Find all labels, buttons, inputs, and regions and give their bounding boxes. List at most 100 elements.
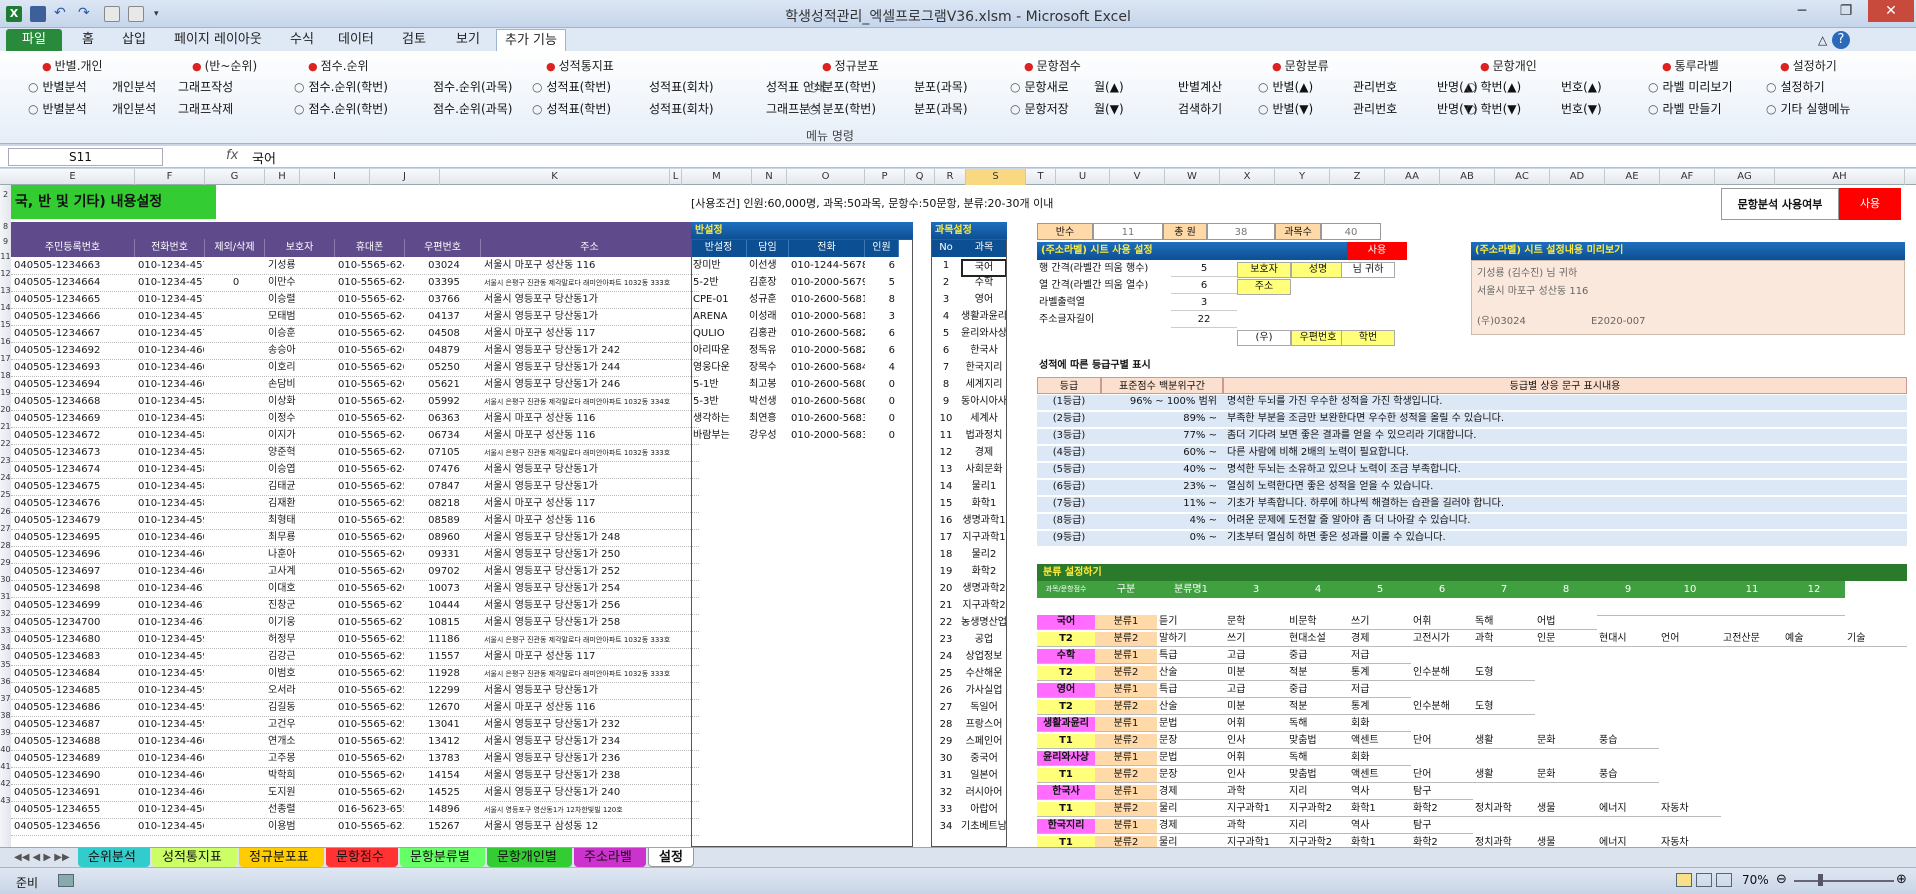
column-header-U[interactable]: U — [1056, 169, 1110, 185]
classification-row-2-cell-2[interactable]: 특급 — [1157, 649, 1225, 664]
sheet-tab-2[interactable]: 정규분포표 — [239, 848, 324, 867]
ribbon-group-2-btn-bottom-1[interactable]: 점수.순위(과목) — [433, 100, 512, 117]
minimize-button[interactable]: ─ — [1780, 0, 1824, 22]
ribbon-group-5-btn-top-0[interactable]: 문항새로 — [1010, 78, 1068, 95]
student-row-3-cell-0[interactable]: 040505-1234666 — [14, 310, 134, 324]
ribbon-group-6-btn-bottom-1[interactable]: 관리번호 — [1353, 100, 1397, 117]
column-header-AB[interactable]: AB — [1440, 169, 1495, 185]
classification-row-9-cell-5[interactable]: 액센트 — [1349, 768, 1411, 783]
classification-row-10-cell-5[interactable]: 역사 — [1349, 785, 1411, 800]
classification-row-13-cell-8[interactable]: 생물 — [1535, 836, 1597, 847]
classification-row-7-cell-8[interactable]: 문화 — [1535, 734, 1597, 749]
classification-row-3-cell-7[interactable]: 도형 — [1473, 666, 1535, 681]
tab-insert[interactable]: 삽입 — [114, 29, 154, 51]
ribbon-group-8-btn-top-0[interactable]: 라벨 미리보기 — [1648, 78, 1732, 95]
student-row-22-cell-0[interactable]: 040505-1234680 — [14, 633, 134, 647]
column-header-I[interactable]: I — [300, 169, 370, 185]
row-header-28[interactable]: 28 — [0, 541, 11, 550]
student-row-31-cell-0[interactable]: 040505-1234691 — [14, 786, 134, 800]
row-header-11[interactable]: 11 — [0, 252, 11, 261]
student-row-32-cell-0[interactable]: 040505-1234655 — [14, 803, 134, 817]
student-row-12-cell-0[interactable]: 040505-1234674 — [14, 463, 134, 477]
classification-row-3-cell-6[interactable]: 인수분해 — [1411, 666, 1473, 681]
analysis-use-value[interactable]: 사용 — [1839, 188, 1901, 220]
classification-row-0-cell-12[interactable] — [1783, 615, 1845, 616]
column-header-K[interactable]: K — [440, 169, 670, 185]
classification-row-9-cell-2[interactable]: 문장 — [1157, 768, 1225, 783]
tab-page-layout[interactable]: 페이지 레이아웃 — [166, 29, 270, 51]
name-box[interactable]: S11 — [8, 148, 163, 166]
classification-row-9-cell-7[interactable]: 생활 — [1473, 768, 1535, 783]
student-row-20-cell-0[interactable]: 040505-1234699 — [14, 599, 134, 613]
page-break-view-icon[interactable] — [1716, 873, 1732, 887]
row-header-40[interactable]: 40 — [0, 745, 11, 754]
classification-row-13-cell-3[interactable]: 지구과학1 — [1225, 836, 1287, 847]
student-row-14-cell-0[interactable]: 040505-1234676 — [14, 497, 134, 511]
tab-view[interactable]: 보기 — [448, 29, 488, 51]
ribbon-group-0-btn-bottom-0[interactable]: 반별분석 — [28, 100, 86, 117]
row-header-15[interactable]: 15 — [0, 320, 11, 329]
classification-row-10-cell-4[interactable]: 지리 — [1287, 785, 1349, 800]
classification-row-6-cell-4[interactable]: 독해 — [1287, 717, 1349, 732]
classification-row-10-cell-3[interactable]: 과학 — [1225, 785, 1287, 800]
column-header-W[interactable]: W — [1165, 169, 1220, 185]
row-header-19[interactable]: 19 — [0, 388, 11, 397]
classification-row-0-cell-6[interactable]: 어휘 — [1411, 615, 1473, 630]
zoom-out-icon[interactable]: ⊖ — [1776, 872, 1787, 887]
classification-row-8-cell-4[interactable]: 독해 — [1287, 751, 1349, 766]
classification-row-3-cell-4[interactable]: 적분 — [1287, 666, 1349, 681]
ribbon-group-3-btn-bottom-0[interactable]: 성적표(학번) — [532, 100, 611, 117]
ribbon-group-7-btn-bottom-1[interactable]: 번호(▼) — [1561, 100, 1602, 117]
ribbon-group-9-btn-bottom-0[interactable]: 기타 실행메뉴 — [1766, 100, 1850, 117]
student-row-16-cell-0[interactable]: 040505-1234695 — [14, 531, 134, 545]
label-tag-1[interactable]: 성명 — [1291, 262, 1345, 278]
ribbon-group-5-btn-bottom-1[interactable]: 월(▼) — [1094, 100, 1124, 117]
label-tag-4[interactable]: (우) — [1237, 330, 1291, 346]
row-header-30[interactable]: 30 — [0, 575, 11, 584]
label-tag-0[interactable]: 보호자 — [1237, 262, 1291, 278]
ribbon-group-1-head[interactable]: (반~순위) — [192, 57, 258, 74]
classification-row-4-cell-5[interactable]: 저급 — [1349, 683, 1411, 698]
ribbon-group-4-btn-bottom-0[interactable]: 분포(학번) — [808, 100, 876, 117]
row-header-12[interactable]: 12 — [0, 269, 11, 278]
row-header-41[interactable]: 41 — [0, 762, 11, 771]
column-header-N[interactable]: N — [752, 169, 787, 185]
classification-row-9-cell-4[interactable]: 맞춤법 — [1287, 768, 1349, 783]
column-header-AA[interactable]: AA — [1385, 169, 1440, 185]
classification-row-4-cell-3[interactable]: 고급 — [1225, 683, 1287, 698]
row-header-24[interactable]: 24 — [0, 473, 11, 482]
classification-row-2-cell-4[interactable]: 중급 — [1287, 649, 1349, 664]
row-header-38[interactable]: 38 — [0, 711, 11, 720]
classification-row-13-cell-10[interactable]: 자동차 — [1659, 836, 1721, 847]
classification-row-13-cell-4[interactable]: 지구과학2 — [1287, 836, 1349, 847]
classification-row-3-cell-5[interactable]: 통계 — [1349, 666, 1411, 681]
classification-row-12-cell-6[interactable]: 탐구 — [1411, 819, 1473, 834]
student-row-28-cell-0[interactable]: 040505-1234688 — [14, 735, 134, 749]
classification-row-8-cell-3[interactable]: 어휘 — [1225, 751, 1287, 766]
help-icon[interactable]: ? — [1832, 31, 1850, 49]
student-row-13-cell-0[interactable]: 040505-1234675 — [14, 480, 134, 494]
label-tag-3[interactable]: 주소 — [1237, 279, 1291, 295]
ribbon-group-5-btn-bottom-0[interactable]: 문항저장 — [1010, 100, 1068, 117]
worksheet-grid[interactable]: 국, 반 및 기타) 내용설정 [사용조건] 인원:60,000명, 과목:50과… — [11, 185, 1916, 847]
classification-row-0-cell-2[interactable]: 듣기 — [1157, 615, 1225, 630]
column-header-E[interactable]: E — [11, 169, 135, 185]
row-header-13[interactable]: 13 — [0, 286, 11, 295]
classification-row-1-cell-5[interactable]: 경제 — [1349, 632, 1411, 647]
ribbon-group-0-btn-top-0[interactable]: 반별분석 — [28, 78, 86, 95]
label-setting-3-value[interactable]: 22 — [1171, 313, 1237, 328]
row-header-8[interactable]: 8 — [0, 222, 11, 231]
row-header-21[interactable]: 21 — [0, 422, 11, 431]
classification-row-1-cell-3[interactable]: 쓰기 — [1225, 632, 1287, 647]
classification-row-11-cell-2[interactable]: 물리 — [1157, 802, 1225, 817]
row-header-26[interactable]: 26 — [0, 507, 11, 516]
ribbon-group-5-head[interactable]: 문항점수 — [1024, 57, 1081, 74]
maximize-button[interactable]: ❐ — [1824, 0, 1868, 22]
column-header-H[interactable]: H — [265, 169, 300, 185]
student-row-10-cell-0[interactable]: 040505-1234672 — [14, 429, 134, 443]
tab-data[interactable]: 데이터 — [330, 29, 382, 51]
row-header-14[interactable]: 14 — [0, 303, 11, 312]
classification-row-7-cell-5[interactable]: 액센트 — [1349, 734, 1411, 749]
row-header-20[interactable]: 20 — [0, 405, 11, 414]
tab-file[interactable]: 파일 — [6, 29, 62, 51]
